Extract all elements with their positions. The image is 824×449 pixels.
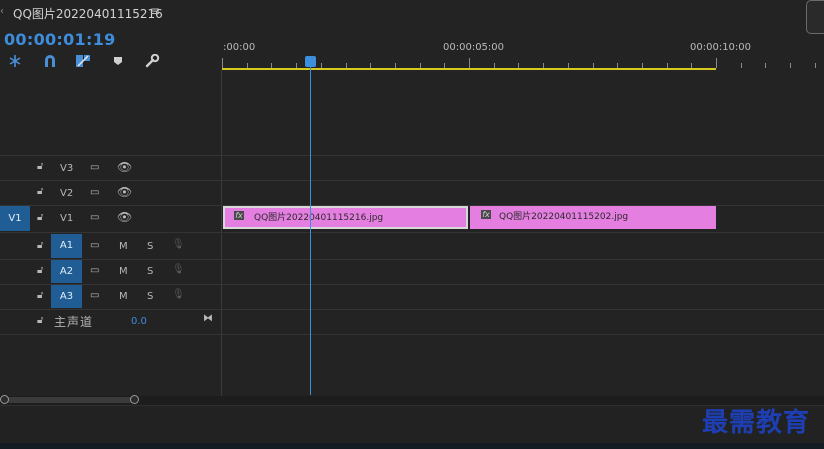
panel-menu-icon[interactable]: ≡ — [150, 4, 160, 18]
sync-lock-icon[interactable]: ▭ — [90, 162, 99, 173]
lock-icon[interactable]: 🔓︎ — [37, 265, 43, 276]
source-patch-v1[interactable]: V1 — [0, 206, 30, 231]
zoom-handle-right[interactable] — [130, 395, 139, 404]
track-divider — [0, 155, 824, 156]
sync-lock-icon[interactable]: ▭ — [90, 187, 99, 198]
panel-corner-frame — [806, 0, 824, 34]
lock-icon[interactable]: 🔓︎ — [37, 212, 43, 223]
master-track-label: 主声道 — [54, 315, 94, 329]
solo-button-a1[interactable]: S — [147, 241, 153, 252]
sync-lock-icon[interactable]: ▭ — [90, 265, 99, 276]
sequence-tab-title[interactable]: QQ图片20220401115216 — [13, 5, 163, 22]
master-volume-value[interactable]: 0.0 — [131, 316, 147, 327]
clip-name: QQ图片20220401115216.jpg — [254, 213, 384, 223]
add-marker-icon[interactable] — [112, 54, 128, 68]
microphone-icon[interactable]: 🎙︎ — [172, 239, 185, 250]
solo-button-a3[interactable]: S — [147, 291, 153, 302]
timeline-footer — [0, 405, 824, 444]
playhead-line[interactable] — [310, 62, 311, 395]
lock-icon[interactable]: 🔓︎ — [37, 240, 43, 251]
track-target-a3[interactable]: A3 — [51, 285, 82, 308]
tab-scroll-left-icon[interactable]: ‹ — [0, 6, 4, 17]
mute-button-a3[interactable]: M — [119, 291, 128, 302]
snap-magnet-icon[interactable] — [42, 54, 58, 68]
playhead-handle[interactable] — [305, 56, 316, 67]
clip-name: QQ图片20220401115202.jpg — [499, 212, 629, 222]
fx-badge-icon: fx — [234, 211, 244, 220]
track-divider — [0, 232, 824, 233]
lock-icon[interactable]: 🔓︎ — [37, 290, 43, 301]
watermark-text: 最需教育 — [702, 408, 811, 438]
sync-lock-icon[interactable]: ▭ — [90, 212, 99, 223]
track-target-a2[interactable]: A2 — [51, 260, 82, 283]
eye-icon[interactable]: 👁︎ — [117, 160, 132, 174]
video-clip-1[interactable]: fx QQ图片20220401115216.jpg — [223, 206, 468, 229]
track-divider — [0, 309, 824, 310]
ruler-label-10s: 00:00:10:00 — [690, 42, 752, 53]
microphone-icon[interactable]: 🎙︎ — [172, 264, 185, 275]
scrollbar-thumb[interactable] — [3, 397, 135, 403]
lock-icon[interactable]: 🔓︎ — [37, 315, 43, 326]
mute-button-a1[interactable]: M — [119, 241, 128, 252]
panel-bottom-edge — [0, 443, 824, 449]
nest-sequence-icon[interactable] — [7, 54, 23, 68]
video-clip-2[interactable]: fx QQ图片20220401115202.jpg — [470, 206, 716, 229]
work-area-bar[interactable] — [222, 68, 716, 70]
lock-icon[interactable]: 🔓︎ — [37, 186, 43, 197]
expand-track-icon[interactable]: ⧓ — [203, 313, 213, 324]
track-name-v2[interactable]: V2 — [60, 188, 73, 199]
solo-button-a2[interactable]: S — [147, 266, 153, 277]
fx-badge-icon: fx — [481, 210, 491, 219]
track-divider — [0, 284, 824, 285]
linked-selection-icon[interactable] — [75, 54, 91, 68]
track-name-v3[interactable]: V3 — [60, 163, 73, 174]
playhead-timecode[interactable]: 00:00:01:19 — [4, 30, 116, 49]
sync-lock-icon[interactable]: ▭ — [90, 290, 99, 301]
track-divider — [0, 180, 824, 181]
track-divider — [0, 334, 824, 335]
eye-icon[interactable]: 👁︎ — [117, 185, 132, 199]
mute-button-a2[interactable]: M — [119, 266, 128, 277]
track-target-a1[interactable]: A1 — [51, 234, 82, 258]
eye-icon[interactable]: 👁︎ — [117, 210, 132, 224]
microphone-icon[interactable]: 🎙︎ — [172, 289, 185, 300]
zoom-handle-left[interactable] — [0, 395, 9, 404]
sync-lock-icon[interactable]: ▭ — [90, 240, 99, 251]
ruler-label-start: :00:00 — [223, 42, 256, 53]
timeline-settings-wrench-icon[interactable] — [144, 54, 160, 68]
track-name-v1[interactable]: V1 — [60, 213, 73, 224]
track-divider — [0, 259, 824, 260]
track-header-divider — [221, 70, 222, 396]
ruler-label-5s: 00:00:05:00 — [443, 42, 505, 53]
lock-icon[interactable]: 🔓︎ — [37, 161, 43, 172]
